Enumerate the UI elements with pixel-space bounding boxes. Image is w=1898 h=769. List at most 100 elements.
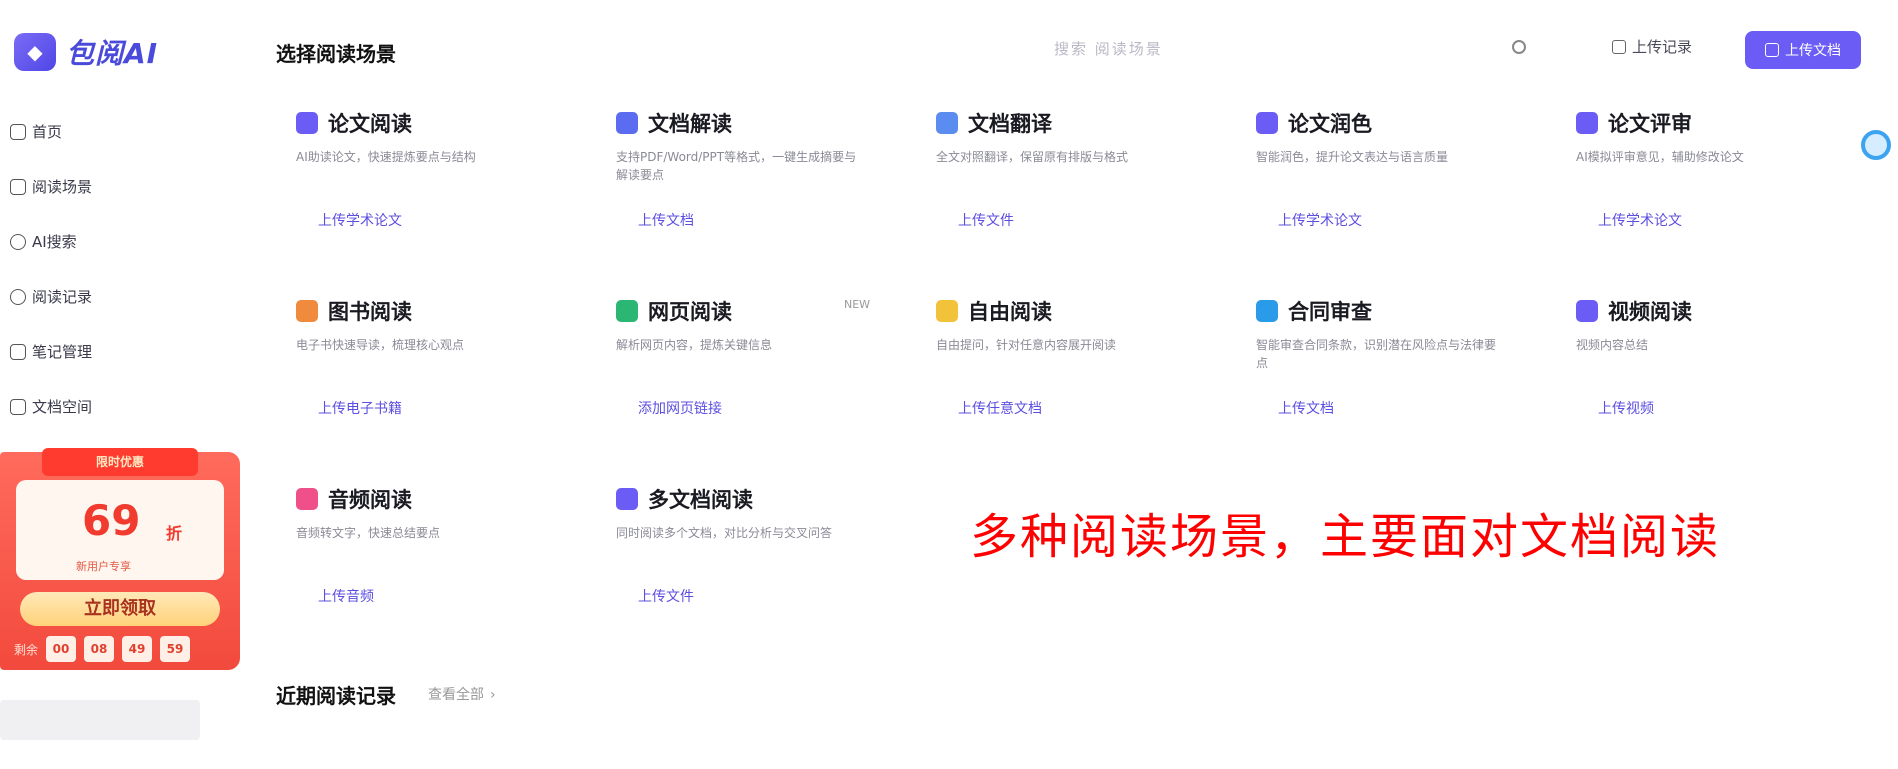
scene-title: 自由阅读 [968,300,1052,324]
scene-card-doc-translate[interactable]: 文档翻译 全文对照翻译，保留原有排版与格式 上传文件 [936,108,1236,268]
scene-card-paper-polish[interactable]: 论文润色 智能润色，提升论文表达与语言质量 上传学术论文 [1256,108,1556,268]
scene-title: 论文评审 [1608,112,1692,136]
scene-title: 文档翻译 [968,112,1052,136]
scene-card-multi-doc-reading[interactable]: 多文档阅读 同时阅读多个文档，对比分析与交叉问答 上传文件 [616,484,916,644]
sidebar-item-ai-search[interactable]: AI搜索 [10,214,92,269]
upload-history-button[interactable]: 上传记录 [1612,36,1692,57]
scene-action-link[interactable]: 上传文档 [1278,398,1334,418]
search-icon[interactable] [1512,40,1526,54]
scene-action-link[interactable]: 添加网页链接 [638,398,722,418]
new-badge: NEW [844,298,871,311]
sidebar-nav: 首页 阅读场景 AI搜索 阅读记录 笔记管理 文档空间 [10,104,92,434]
scene-title: 论文阅读 [328,112,412,136]
scene-desc: 视频内容总结 [1576,338,1649,352]
scene-action-link[interactable]: 上传学术论文 [1598,210,1682,230]
logo-text: 包阅AI [66,37,159,70]
scene-action-link[interactable]: 上传电子书籍 [318,398,402,418]
recent-reading-title: 近期阅读记录 [276,684,396,708]
scene-desc: 智能润色，提升论文表达与语言质量 [1256,150,1449,164]
paper-icon [296,112,318,134]
scene-action-link[interactable]: 上传任意文档 [958,398,1042,418]
logo-icon: ◆ [14,33,56,71]
scene-card-book-reading[interactable]: 图书阅读 电子书快速导读，梳理核心观点 上传电子书籍 [296,296,596,456]
scene-action-link[interactable]: 上传文件 [638,586,694,606]
sidebar-item-home[interactable]: 首页 [10,104,92,159]
multi-doc-icon [616,488,638,510]
scene-action-link[interactable]: 上传文件 [958,210,1014,230]
scene-title: 网页阅读 [648,300,732,324]
scene-card-free-reading[interactable]: 自由阅读 自由提问，针对任意内容展开阅读 上传任意文档 [936,296,1236,456]
document-icon [616,112,638,134]
scene-desc: 同时阅读多个文档，对比分析与交叉问答 [616,526,833,540]
app-window: ◆ 包阅AI 首页 阅读场景 AI搜索 阅读记录 笔记管理 文档空间 限时优惠 … [0,0,1898,769]
scene-action-link[interactable]: 上传学术论文 [318,210,402,230]
annotation-text: 多种阅读场景，主要面对文档阅读 [970,509,1721,565]
upload-icon [1765,43,1779,57]
scene-card-video-reading[interactable]: 视频阅读 视频内容总结 上传视频 [1576,296,1876,456]
scene-card-contract-review[interactable]: 合同审查 智能审查合同条款，识别潜在风险点与法律要点 上传文档 [1256,296,1556,456]
claim-button[interactable]: 立即领取 [20,592,220,626]
promo-banner[interactable]: 限时优惠 69 折 新用户专享 立即领取 剩余 00 08 49 59 [0,448,240,670]
scene-title: 音频阅读 [328,488,412,512]
sidebar-item-label: 文档空间 [32,398,93,416]
sidebar-item-label: AI搜索 [32,233,77,251]
polish-icon [1256,112,1278,134]
scene-card-web-reading[interactable]: 网页阅读 解析网页内容，提炼关键信息 添加网页链接 [616,296,916,456]
sidebar: ◆ 包阅AI 首页 阅读场景 AI搜索 阅读记录 笔记管理 文档空间 限时优惠 … [0,0,240,769]
user-info-placeholder[interactable] [0,700,200,740]
history-icon [1612,39,1626,54]
scene-title: 合同审查 [1288,300,1372,324]
promo-tag: 限时优惠 [42,448,198,476]
logo[interactable]: ◆ 包阅AI [14,32,158,72]
promo-countdown: 剩余 00 08 49 59 [14,636,191,662]
sidebar-item-reading-scenes[interactable]: 阅读场景 [10,159,92,214]
scene-title: 论文润色 [1288,112,1372,136]
audio-icon [296,488,318,510]
book-icon [296,300,318,322]
countdown-days: 00 [46,636,77,662]
scene-desc: 自由提问，针对任意内容展开阅读 [936,338,1117,352]
scene-card-doc-interpret[interactable]: 文档解读 支持PDF/Word/PPT等格式，一键生成摘要与解读要点 上传文档 [616,108,916,268]
scene-card-paper-review[interactable]: 论文评审 AI模拟评审意见，辅助修改论文 上传学术论文 [1576,108,1876,268]
upload-document-button[interactable]: 上传文档 [1745,31,1861,69]
translate-icon [936,112,958,134]
scene-title: 多文档阅读 [648,488,753,512]
countdown-minutes: 49 [122,636,153,662]
view-all-link[interactable]: 查看全部 [428,684,496,704]
scene-desc: 电子书快速导读，梳理核心观点 [296,338,465,352]
scene-card-paper-reading[interactable]: 论文阅读 AI助读论文，快速提炼要点与结构 上传学术论文 [296,108,596,268]
sidebar-item-label: 首页 [32,123,63,141]
promo-discount-unit: 折 [166,524,183,543]
scene-action-link[interactable]: 上传视频 [1598,398,1654,418]
upload-document-label: 上传文档 [1785,43,1841,59]
scene-desc: 智能审查合同条款，识别潜在风险点与法律要点 [1256,338,1497,370]
scene-card-audio-reading[interactable]: 音频阅读 音频转文字，快速总结要点 上传音频 [296,484,596,644]
scene-action-link[interactable]: 上传音频 [318,586,374,606]
video-icon [1576,300,1598,322]
scene-desc: 支持PDF/Word/PPT等格式，一键生成摘要与解读要点 [616,150,857,182]
sidebar-item-label: 阅读记录 [32,288,93,306]
home-icon [10,123,26,140]
search-input[interactable]: 搜索 阅读场景 [1054,38,1163,59]
scene-desc: AI助读论文，快速提炼要点与结构 [296,150,476,164]
countdown-hours: 08 [84,636,115,662]
sidebar-item-notes[interactable]: 笔记管理 [10,324,92,379]
sidebar-item-reading-history[interactable]: 阅读记录 [10,269,92,324]
scene-action-link[interactable]: 上传学术论文 [1278,210,1362,230]
promo-discount: 69 [82,496,141,545]
scene-desc: 音频转文字，快速总结要点 [296,526,441,540]
scene-action-link[interactable]: 上传文档 [638,210,694,230]
sidebar-item-doc-space[interactable]: 文档空间 [10,379,92,434]
scene-title: 图书阅读 [328,300,412,324]
scene-title: 视频阅读 [1608,300,1692,324]
sidebar-item-label: 笔记管理 [32,343,93,361]
notes-icon [10,343,26,360]
web-icon [616,300,638,322]
upload-history-label: 上传记录 [1632,38,1693,56]
scene-desc: AI模拟评审意见，辅助修改论文 [1576,150,1744,164]
scene-title: 文档解读 [648,112,732,136]
clock-icon [10,288,26,305]
contract-icon [1256,300,1278,322]
countdown-label: 剩余 [14,642,39,657]
folder-icon [10,398,26,415]
